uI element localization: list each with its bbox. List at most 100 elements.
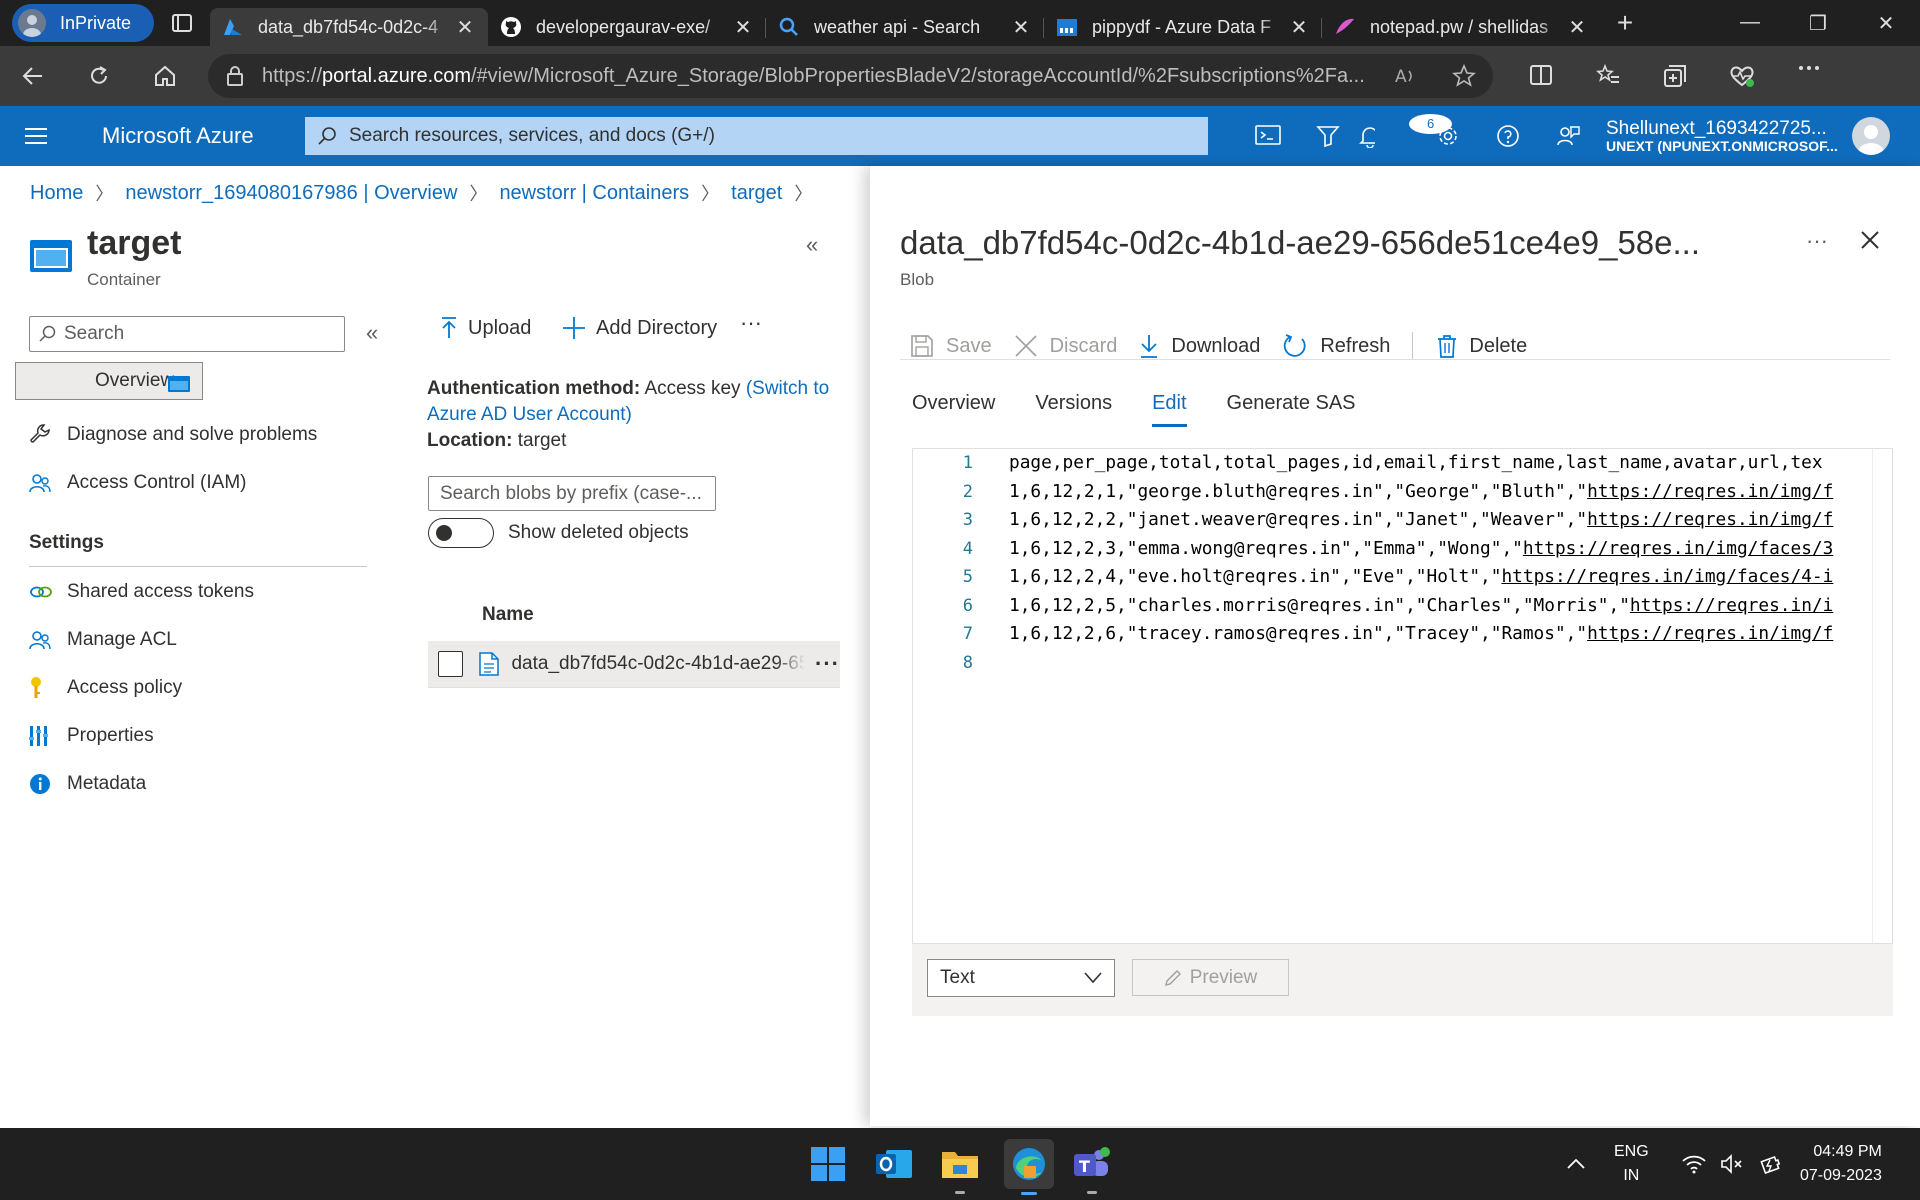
collections-icon[interactable] [1641, 64, 1708, 88]
row-checkbox[interactable] [438, 651, 464, 677]
close-blade-icon[interactable] [1860, 230, 1880, 250]
browser-tab-notepad[interactable]: notepad.pw / shellidas ✕ [1322, 8, 1600, 46]
inprivate-badge[interactable]: InPrivate [12, 4, 154, 42]
menu-item-manage-acl[interactable]: Manage ACL [0, 616, 398, 664]
browser-essentials-icon[interactable] [1708, 64, 1775, 88]
feedback-icon[interactable] [1538, 124, 1598, 148]
collapse-blade-icon[interactable]: « [806, 232, 818, 258]
code-line-url[interactable]: https://reqres.in/i [1630, 595, 1833, 616]
settings-more-icon[interactable] [1775, 64, 1842, 88]
more-actions-icon[interactable]: ··· [740, 310, 762, 336]
code-editor[interactable]: 1 2 3 4 5 6 7 8 page,per_page,total,total_pages… [912, 448, 1893, 944]
browser-tab-search[interactable]: weather api - Search ✕ [766, 8, 1044, 46]
blob-prefix-search-input[interactable]: Search blobs by prefix (case-... [428, 476, 716, 511]
menu-item-metadata[interactable]: Metadata [0, 760, 398, 808]
restore-icon[interactable]: ❐ [1784, 11, 1852, 36]
edge-icon[interactable] [1004, 1139, 1054, 1195]
breadcrumb-home[interactable]: Home [30, 182, 83, 205]
home-icon[interactable] [132, 64, 198, 88]
menu-search-input[interactable]: Search [29, 316, 345, 352]
browser-tab-datafactory[interactable]: pippydf - Azure Data F ✕ [1044, 8, 1322, 46]
blob-name-link[interactable]: data_db7fd54c-0d2c-4b1d-ae29-656de51ce4e… [511, 653, 805, 675]
code-line-url[interactable]: https://reqres.in/img/f [1587, 481, 1833, 502]
file-explorer-icon[interactable] [938, 1142, 982, 1194]
clock[interactable]: 04:49 PM 07-09-2023 [1800, 1128, 1882, 1200]
add-directory-button[interactable]: Add Directory [562, 316, 717, 340]
browser-tab-blob[interactable]: data_db7fd54c-0d2c-4 ✕ [210, 8, 488, 46]
pencil-icon [1164, 969, 1181, 986]
profile-avatar [18, 9, 46, 37]
settings-gear-icon[interactable] [1418, 124, 1478, 148]
code-line-url[interactable]: https://reqres.in/img/f [1587, 509, 1833, 530]
download-button[interactable]: Download [1139, 333, 1260, 359]
code-line-url[interactable]: https://reqres.in/img/faces/4-i [1501, 566, 1833, 587]
preview-button[interactable]: Preview [1132, 959, 1289, 996]
menu-item-overview[interactable]: Overview [15, 362, 203, 400]
split-screen-icon[interactable] [1507, 64, 1574, 88]
close-tab-icon[interactable]: ✕ [1566, 15, 1588, 40]
menu-item-shared-access-tokens[interactable]: Shared access tokens [0, 568, 398, 616]
azure-favicon-icon [222, 16, 244, 38]
breadcrumb-target[interactable]: target [731, 182, 782, 205]
close-tab-icon[interactable]: ✕ [1288, 15, 1310, 40]
save-button[interactable]: Save [910, 334, 992, 358]
breadcrumb-storage-overview[interactable]: newstorr_1694080167986 | Overview [125, 182, 457, 205]
tab-edit[interactable]: Edit [1152, 392, 1188, 427]
tab-overview[interactable]: Overview [912, 392, 995, 427]
help-icon[interactable] [1478, 124, 1538, 148]
read-aloud-icon[interactable]: A [1377, 65, 1435, 87]
close-tab-icon[interactable]: ✕ [732, 15, 754, 40]
upload-button[interactable]: Upload [440, 316, 531, 340]
show-hidden-icons[interactable] [1566, 1128, 1586, 1200]
name-column-header[interactable]: Name [482, 604, 534, 626]
line-number: 3 [962, 510, 973, 530]
blade-more-icon[interactable]: ··· [1806, 228, 1828, 254]
language-indicator[interactable]: ENG IN [1614, 1128, 1649, 1200]
tab-versions[interactable]: Versions [1035, 392, 1112, 427]
directory-filter-icon[interactable] [1298, 124, 1358, 148]
menu-item-properties[interactable]: Properties [0, 712, 398, 760]
outlook-icon[interactable] [872, 1142, 916, 1186]
account-menu[interactable]: Shellunext_1693422725... UNEXT (NPUNEXT.… [1606, 118, 1838, 154]
tab-generate-sas[interactable]: Generate SAS [1227, 392, 1356, 427]
new-tab-icon[interactable]: + [1600, 7, 1650, 39]
account-avatar[interactable] [1851, 117, 1890, 155]
menu-item-diagnose[interactable]: Diagnose and solve problems [0, 411, 398, 459]
collapse-menu-icon[interactable]: « [366, 320, 378, 346]
cloud-shell-icon[interactable] [1238, 124, 1298, 148]
menu-item-access-policy[interactable]: Access policy [0, 664, 398, 712]
url-field[interactable]: https://portal.azure.com/#view/Microsoft… [208, 54, 1493, 98]
code-content[interactable]: page,per_page,total,total_pages,id,email… [1009, 449, 1833, 677]
editor-scrollbar[interactable] [1872, 449, 1892, 943]
show-deleted-toggle[interactable] [428, 518, 494, 548]
line-number: 6 [962, 595, 973, 616]
close-tab-icon[interactable]: ✕ [454, 15, 476, 40]
favorite-star-icon[interactable] [1435, 64, 1493, 88]
row-more-icon[interactable]: ··· [815, 651, 840, 677]
content-type-select[interactable]: Text [927, 959, 1115, 997]
favorites-icon[interactable] [1574, 64, 1641, 88]
portal-menu-icon[interactable] [0, 127, 72, 145]
discard-button[interactable]: Discard [1014, 334, 1117, 358]
close-tab-icon[interactable]: ✕ [1010, 15, 1032, 40]
table-row[interactable]: data_db7fd54c-0d2c-4b1d-ae29-656de51ce4e… [428, 641, 840, 688]
breadcrumb-containers[interactable]: newstorr | Containers [499, 182, 689, 205]
global-search-input[interactable]: Search resources, services, and docs (G+… [305, 117, 1208, 155]
delete-button[interactable]: Delete [1437, 334, 1527, 358]
refresh-button[interactable]: Refresh [1282, 333, 1390, 359]
notifications-icon[interactable]: 6 [1358, 114, 1452, 148]
start-windows-icon[interactable] [806, 1142, 850, 1186]
system-tray[interactable] [1682, 1128, 1782, 1200]
minimize-icon[interactable]: — [1716, 11, 1784, 36]
reload-icon[interactable] [66, 64, 132, 88]
people-icon [29, 472, 69, 494]
menu-item-iam[interactable]: Access Control (IAM) [0, 459, 398, 507]
code-line-url[interactable]: https://reqres.in/img/f [1587, 623, 1833, 644]
code-line-url[interactable]: https://reqres.in/img/faces/3 [1523, 538, 1833, 559]
browser-tab-github[interactable]: developergaurav-exe/ ✕ [488, 8, 766, 46]
back-icon[interactable] [0, 64, 66, 88]
portal-brand[interactable]: Microsoft Azure [72, 123, 305, 149]
teams-icon[interactable]: T [1070, 1142, 1114, 1194]
tab-actions-icon[interactable] [154, 12, 210, 34]
window-close-icon[interactable]: ✕ [1852, 11, 1920, 36]
